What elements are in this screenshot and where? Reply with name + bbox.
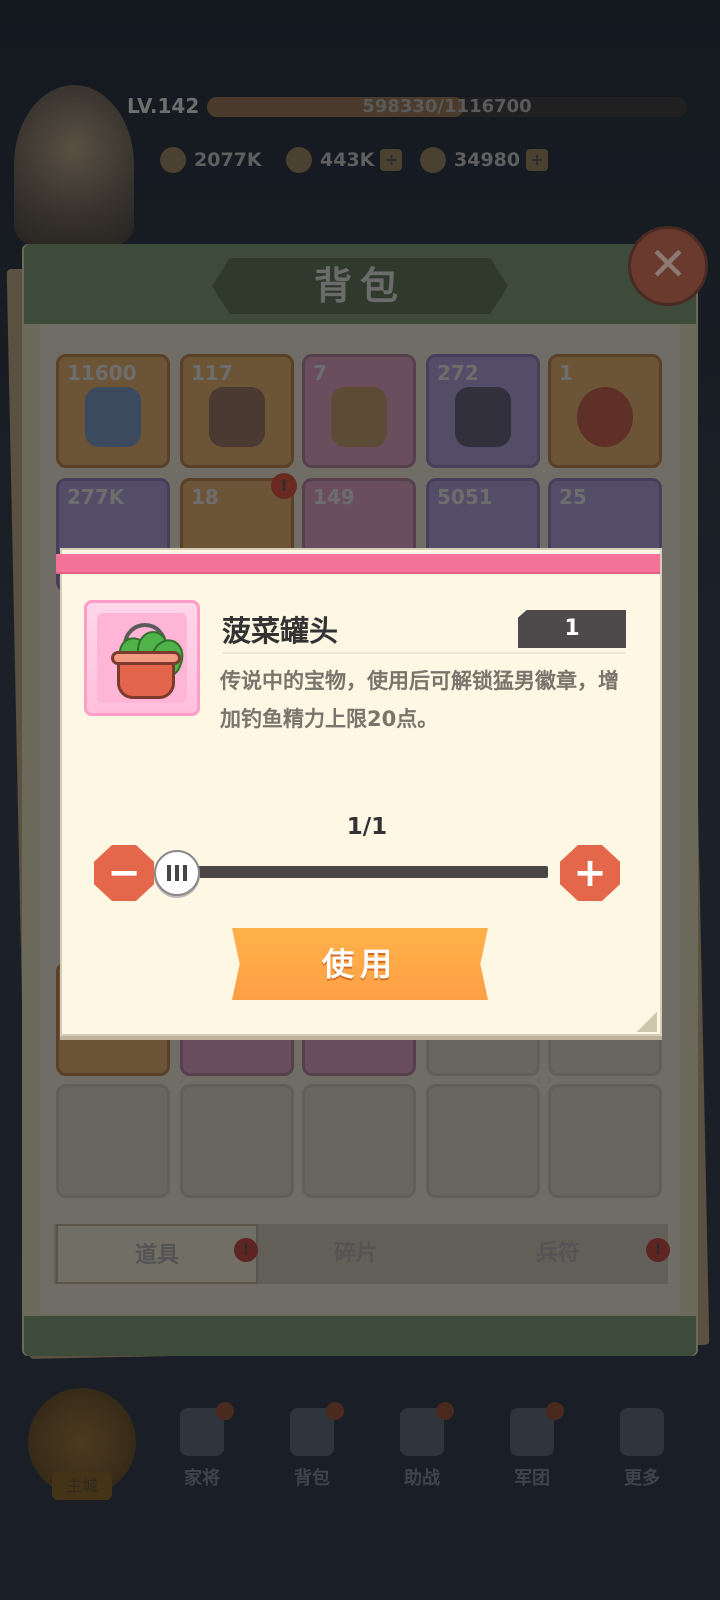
inventory-slot[interactable]: 1 [548,354,662,468]
player-hud: LV.142 598330/1116700 2077K 443K + 34980… [0,80,720,245]
empty-slot [180,1084,294,1198]
quantity-slider-track[interactable] [180,866,548,878]
nav-heroes[interactable]: 家将 [162,1402,242,1498]
power-resource: 2077K [160,144,262,176]
inventory-slot[interactable]: 7 [302,354,416,468]
bag-footer [24,1316,696,1356]
pot-body [117,659,175,699]
tab-tokens-alert-icon: ! [646,1238,670,1262]
dialog-corner-fold [637,1012,657,1032]
slot-alert-icon: ! [271,473,297,499]
pot-rim [111,651,181,665]
nav-badge-icon [326,1402,344,1420]
tab-fragments[interactable]: 碎片 [256,1224,456,1284]
tab-tokens[interactable]: 兵符 [458,1224,658,1284]
quantity-slider-handle[interactable] [154,850,200,896]
add-gold-button[interactable]: + [380,149,403,171]
nav-more[interactable]: 更多 [602,1408,682,1498]
blue-crystal-icon [85,387,141,447]
gold-coin-icon [286,147,312,173]
item-description: 传说中的宝物，使用后可解锁猛男徽章，增加钓鱼精力上限20点。 [220,669,619,731]
plus-icon: + [573,850,607,896]
bag-title: 背包 [313,264,406,308]
medal-icon [331,387,387,447]
inventory-slot[interactable]: 117 [180,354,294,468]
red-egg-icon [577,387,633,447]
nav-badge-icon [436,1402,454,1420]
name-divider [222,652,626,654]
nav-badge-icon [546,1402,564,1420]
slot-count: 5051 [437,485,493,509]
gold-resource: 443K + [286,144,403,176]
slot-count: 272 [437,361,479,385]
nav-bag-label: 背包 [294,1468,330,1489]
gold-value: 443K [320,149,375,171]
nav-legion[interactable]: 军团 [492,1402,572,1498]
slot-count: 18 [191,485,219,509]
player-avatar[interactable] [14,85,134,245]
nav-legion-label: 军团 [514,1468,550,1489]
power-icon [160,147,186,173]
selected-counter: 1/1 [346,814,388,840]
home-label: 主城 [52,1472,112,1500]
gem-resource: 34980 + [420,144,549,176]
slot-count: 277K [67,485,125,509]
item-icon-frame [84,600,200,716]
empty-slot [56,1084,170,1198]
brown-crystal-icon [209,387,265,447]
use-button-label: 使用 [321,945,398,983]
slot-count: 11600 [67,361,137,385]
dialog-top-band [56,554,660,574]
tab-items-alert-icon: ! [234,1238,258,1262]
nav-bag[interactable]: 背包 [272,1402,352,1498]
empty-slot [426,1084,540,1198]
bottom-nav: 主城 家将 背包 助战 军团 更多 [0,1380,720,1520]
gem-icon [420,147,446,173]
nav-support[interactable]: 助战 [382,1402,462,1498]
dark-crystal-icon [455,387,511,447]
increase-button[interactable]: + [560,845,620,901]
minus-icon: − [107,850,141,896]
slot-count: 117 [191,361,233,385]
empty-slot [302,1084,416,1198]
gem-value: 34980 [454,149,521,171]
slot-count: 149 [313,485,355,509]
nav-heroes-label: 家将 [184,1468,220,1489]
player-level: LV.142 [127,94,200,118]
close-icon: ✕ [648,237,688,291]
empty-slot [548,1084,662,1198]
inventory-slot[interactable]: 272 [426,354,540,468]
item-name: 菠菜罐头 [222,614,339,648]
nav-support-label: 助战 [404,1468,440,1489]
owned-count: 1 [564,616,580,641]
slot-count: 25 [559,485,587,509]
screen: LV.142 598330/1116700 2077K 443K + 34980… [0,0,720,1600]
grip-icon [167,865,187,881]
tab-items[interactable]: 道具 [56,1224,258,1284]
xp-bar: 598330/1116700 [207,97,687,117]
decrease-button[interactable]: − [94,845,154,901]
close-button[interactable]: ✕ [628,226,708,306]
inventory-slot[interactable]: 11600 [56,354,170,468]
slot-count: 7 [313,361,327,385]
power-value: 2077K [194,149,262,171]
add-gem-button[interactable]: + [526,149,549,171]
xp-text: 598330/1116700 [362,96,532,117]
nav-badge-icon [216,1402,234,1420]
spinach-can-icon [97,613,189,703]
nav-more-label: 更多 [624,1468,660,1489]
grid-more-icon [620,1408,664,1456]
slot-count: 1 [559,361,573,385]
